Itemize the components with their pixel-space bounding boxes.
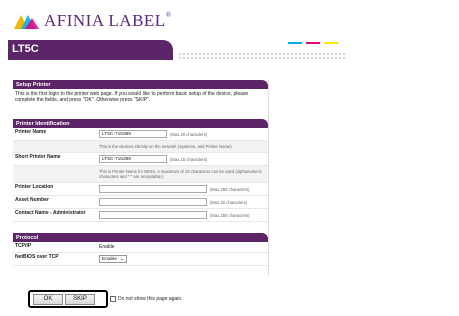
asset-row: Asset Number (Max.32 characters): [13, 196, 268, 209]
field-hint: (Max.15 characters): [170, 156, 208, 162]
netbios-row: NetBIOS over TCP Enable ⌄: [13, 253, 268, 266]
tcpip-value: Enable: [99, 244, 115, 250]
chevron-down-icon: ⌄: [119, 256, 125, 262]
page-title: LT5C: [12, 43, 39, 55]
field-note: This is Printer Name for WINS. A maximum…: [99, 169, 262, 179]
logo-text: AFINIA LABEL®: [44, 11, 172, 30]
field-label: Asset Number: [15, 197, 49, 203]
field-label: Printer Location: [15, 184, 54, 190]
field-label: Short Printer Name: [15, 154, 61, 160]
short-name-note-row: This is Printer Name for WINS. A maximum…: [13, 166, 268, 183]
location-input[interactable]: [99, 185, 207, 193]
contact-row: Contact Name - Administrator (Max.255 ch…: [13, 209, 268, 222]
location-row: Printer Location (Max.255 characters): [13, 183, 268, 196]
printer-identification-section: Printer Identification Printer Name (Max…: [13, 119, 268, 222]
yellow-stripe: [324, 42, 338, 44]
page-header: LT5C: [8, 40, 348, 60]
logo-triangles-icon: [12, 12, 40, 30]
section-heading: Printer Identification: [13, 119, 268, 128]
dont-show-label: Do not show this page again.: [118, 296, 183, 302]
protocol-section: Protocol TCP/IP Enable NetBIOS over TCP …: [13, 233, 268, 266]
skip-button[interactable]: SKIP: [65, 293, 95, 305]
field-hint: (Max.255 characters): [210, 212, 250, 218]
action-button-group: OK SKIP: [28, 290, 108, 308]
printer-name-note-row: This is the devices identity on the netw…: [13, 141, 268, 153]
field-hint: (Max.32 characters): [210, 199, 248, 205]
setup-printer-section: Setup Printer This is the first login to…: [13, 80, 268, 105]
section-heading: Protocol: [13, 233, 268, 242]
short-name-row: Short Printer Name (Max.15 characters): [13, 153, 268, 166]
printer-name-input[interactable]: [99, 130, 167, 138]
ok-button[interactable]: OK: [33, 293, 63, 305]
printer-name-row: Printer Name (Max.20 characters): [13, 128, 268, 141]
panel-divider: [268, 80, 269, 276]
afinia-logo: AFINIA LABEL®: [12, 8, 172, 34]
netbios-select[interactable]: Enable ⌄: [99, 255, 128, 263]
field-label: TCP/IP: [15, 243, 32, 249]
cyan-stripe: [288, 42, 302, 44]
short-name-input[interactable]: [99, 155, 167, 163]
dont-show-checkbox[interactable]: [110, 296, 116, 302]
section-heading: Setup Printer: [13, 80, 268, 89]
header-dot-pattern: [178, 52, 346, 60]
dont-show-option[interactable]: Do not show this page again.: [110, 296, 183, 302]
field-hint: (Max.255 characters): [210, 186, 250, 192]
field-label: Printer Name: [15, 129, 47, 135]
tcpip-row: TCP/IP Enable: [13, 242, 268, 253]
field-label: Contact Name - Administrator: [15, 210, 86, 216]
magenta-stripe: [306, 42, 320, 44]
field-note: This is the devices identity on the netw…: [99, 144, 233, 149]
asset-input[interactable]: [99, 198, 207, 206]
field-label: NetBIOS over TCP: [15, 254, 59, 260]
contact-input[interactable]: [99, 211, 207, 219]
setup-message: This is the first login to the printer w…: [15, 91, 249, 104]
field-hint: (Max.20 characters): [170, 131, 208, 137]
